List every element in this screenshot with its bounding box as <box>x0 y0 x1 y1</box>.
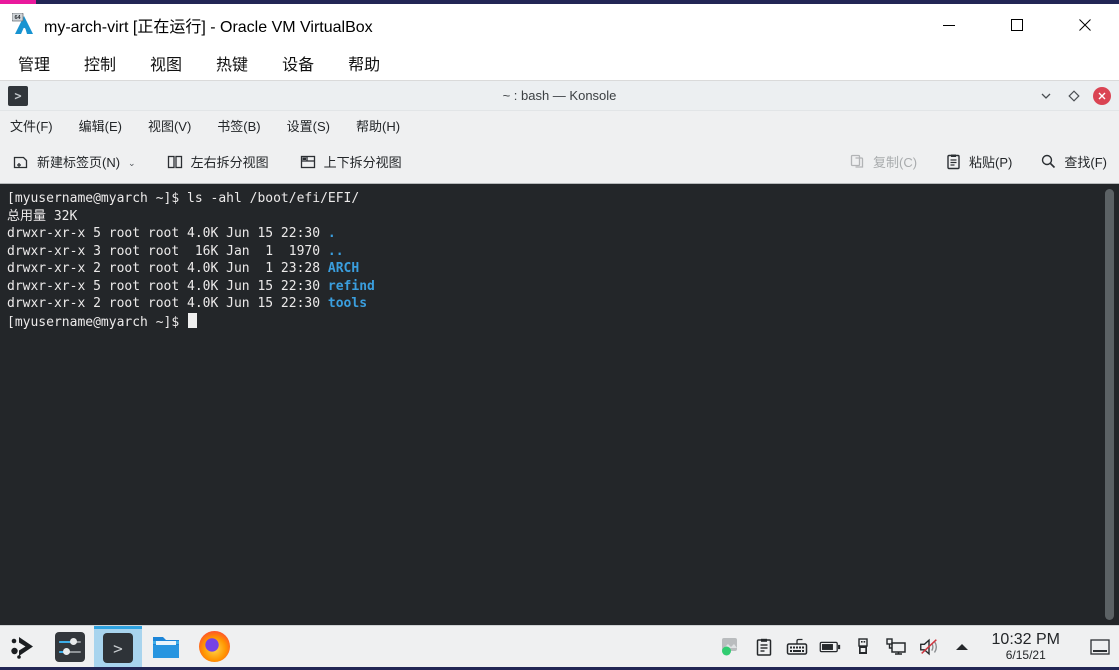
terminal-line: drwxr-xr-x 2 root root 4.0K Jun 15 22:30… <box>7 295 1099 313</box>
menu-input[interactable]: 热键 <box>216 51 248 75</box>
copy-button[interactable]: 复制(C) <box>849 152 917 171</box>
terminal-prompt-line: [myusername@myarch ~]$ <box>7 313 1099 332</box>
window-top-border-accent <box>0 0 36 4</box>
show-desktop-button[interactable] <box>1087 626 1113 667</box>
battery-tray-icon[interactable] <box>819 636 841 658</box>
clock-time: 10:32 PM <box>992 632 1060 649</box>
taskbar: > <box>0 625 1119 667</box>
firefox-button[interactable] <box>190 626 238 667</box>
minimize-button[interactable] <box>915 4 983 45</box>
system-tray: 10:32 PM 6/15/21 <box>720 626 1119 667</box>
terminal-line: drwxr-xr-x 5 root root 4.0K Jun 15 22:30… <box>7 225 1099 243</box>
terminal-line: drwxr-xr-x 3 root root 16K Jan 1 1970 .. <box>7 243 1099 261</box>
konsole-menu-edit[interactable]: 编辑(E) <box>79 116 122 135</box>
virtualbox-titlebar[interactable]: 64 my-arch-virt [正在运行] - Oracle VM Virtu… <box>0 4 1119 45</box>
split-left-right-button[interactable]: 左右拆分视图 <box>166 152 269 171</box>
virtualbox-menubar: 管理 控制 视图 热键 设备 帮助 <box>0 45 1119 81</box>
chevron-down-icon: ⌄ <box>128 158 136 171</box>
window-top-border <box>0 0 1119 4</box>
clock-date: 6/15/21 <box>992 649 1060 662</box>
virtualbox-vm-icon: 64 <box>12 13 36 37</box>
konsole-titlebar[interactable]: > ~ : bash — Konsole <box>0 81 1119 111</box>
terminal-scrollbar[interactable] <box>1105 189 1114 620</box>
split-top-bottom-icon <box>299 153 317 171</box>
search-icon <box>1040 153 1057 170</box>
paste-button[interactable]: 粘贴(P) <box>945 152 1012 171</box>
close-button[interactable] <box>1051 4 1119 45</box>
terminal-cursor <box>188 313 197 328</box>
firefox-icon <box>199 631 230 662</box>
konsole-window-buttons <box>1037 87 1111 105</box>
copy-icon <box>849 153 866 170</box>
menu-machine[interactable]: 管理 <box>18 51 50 75</box>
terminal-view[interactable]: [myusername@myarch ~]$ ls -ahl /boot/efi… <box>0 184 1119 625</box>
volume-muted-tray-icon[interactable] <box>918 636 940 658</box>
konsole-toolbar: 新建标签页(N) ⌄ 左右拆分视图 上下拆分视图 <box>0 140 1119 184</box>
system-settings-icon <box>55 632 85 662</box>
menu-help[interactable]: 帮助 <box>348 51 380 75</box>
maximize-button[interactable] <box>983 4 1051 45</box>
icon-badge-64: 64 <box>14 15 21 21</box>
konsole-menu-view[interactable]: 视图(V) <box>148 116 191 135</box>
terminal-line: [myusername@myarch ~]$ ls -ahl /boot/efi… <box>7 190 1099 208</box>
konsole-menu-bookmarks[interactable]: 书签(B) <box>217 116 260 135</box>
konsole-menubar: 文件(F) 编辑(E) 视图(V) 书签(B) 设置(S) 帮助(H) <box>0 111 1119 140</box>
application-launcher-button[interactable] <box>0 626 46 667</box>
new-tab-button[interactable]: 新建标签页(N) ⌄ <box>12 152 136 171</box>
window-title: my-arch-virt [正在运行] - Oracle VM VirtualB… <box>44 13 373 37</box>
folder-icon <box>150 632 182 662</box>
split-top-bottom-button[interactable]: 上下拆分视图 <box>299 152 402 171</box>
konsole-task-button[interactable]: > <box>94 626 142 667</box>
konsole-window-icon: > <box>8 86 28 106</box>
usb-device-tray-icon[interactable] <box>852 636 874 658</box>
konsole-menu-file[interactable]: 文件(F) <box>10 116 53 135</box>
konsole-close-button[interactable] <box>1093 87 1111 105</box>
window-controls <box>915 4 1119 45</box>
terminal-output: [myusername@myarch ~]$ ls -ahl /boot/efi… <box>7 190 1099 331</box>
menu-control[interactable]: 控制 <box>84 51 116 75</box>
network-tray-icon[interactable] <box>885 636 907 658</box>
keyboard-tray-icon[interactable] <box>786 636 808 658</box>
menu-devices[interactable]: 设备 <box>282 51 314 75</box>
konsole-maximize-button[interactable] <box>1065 87 1083 105</box>
split-left-right-icon <box>166 153 184 171</box>
new-tab-icon <box>12 153 30 171</box>
paste-icon <box>945 153 962 170</box>
konsole-menu-help[interactable]: 帮助(H) <box>356 116 400 135</box>
system-settings-button[interactable] <box>46 626 94 667</box>
konsole-window-title: ~ : bash — Konsole <box>0 88 1119 103</box>
digital-clock[interactable]: 10:32 PM 6/15/21 <box>984 632 1068 661</box>
terminal-line: 总用量 32K <box>7 208 1099 226</box>
kde-launcher-icon <box>9 633 37 661</box>
tray-expander-arrow[interactable] <box>951 636 973 658</box>
clipboard-tray-icon[interactable] <box>753 636 775 658</box>
find-button[interactable]: 查找(F) <box>1040 152 1107 171</box>
konsole-icon: > <box>103 633 133 663</box>
terminal-line: drwxr-xr-x 5 root root 4.0K Jun 15 22:30… <box>7 278 1099 296</box>
terminal-line: drwxr-xr-x 2 root root 4.0K Jun 1 23:28 … <box>7 260 1099 278</box>
konsole-menu-settings[interactable]: 设置(S) <box>287 116 330 135</box>
konsole-minimize-button[interactable] <box>1037 87 1055 105</box>
file-manager-button[interactable] <box>142 626 190 667</box>
status-notifier-icon[interactable] <box>720 636 742 658</box>
screen: 64 my-arch-virt [正在运行] - Oracle VM Virtu… <box>0 0 1119 670</box>
konsole-toolbar-right: 复制(C) 粘贴(P) 查找(F) <box>821 152 1107 171</box>
menu-view[interactable]: 视图 <box>150 51 182 75</box>
